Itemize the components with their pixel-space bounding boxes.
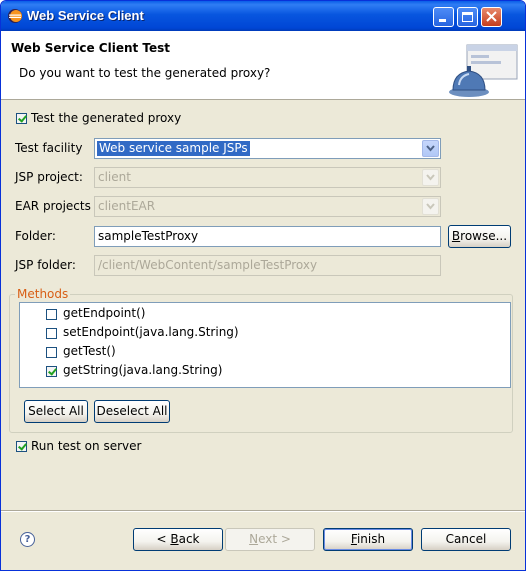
close-icon: [486, 11, 497, 22]
ear-projects-combo: clientEAR: [94, 196, 441, 217]
help-icon[interactable]: ?: [20, 532, 35, 547]
next-button: Next >: [225, 528, 315, 551]
eclipse-icon: [8, 9, 22, 23]
wizard-header: Web Service Client Test Do you want to t…: [1, 31, 525, 100]
test-facility-combo[interactable]: Web service sample JSPs: [94, 138, 441, 159]
methods-legend: Methods: [15, 287, 71, 301]
test-proxy-label: Test the generated proxy: [31, 111, 182, 125]
run-test-checkbox[interactable]: [16, 441, 27, 452]
minimize-button[interactable]: [433, 7, 454, 27]
jsp-folder-label: JSP folder:: [15, 258, 76, 272]
method-checkbox[interactable]: [46, 328, 57, 339]
run-test-label: Run test on server: [31, 439, 142, 453]
minimize-icon: [439, 19, 446, 22]
jsp-project-dropdown-button: [422, 169, 439, 186]
folder-input[interactable]: sampleTestProxy: [94, 226, 441, 247]
jsp-project-value: client: [98, 170, 131, 184]
method-item[interactable]: getTest(): [20, 343, 510, 362]
browse-button[interactable]: Browse...: [448, 225, 511, 248]
test-bell-icon: [449, 44, 518, 97]
jsp-folder-value: /client/WebContent/sampleTestProxy: [98, 258, 318, 272]
ear-projects-value: clientEAR: [98, 199, 156, 213]
method-item[interactable]: getEndpoint(): [20, 305, 510, 324]
jsp-project-combo: client: [94, 167, 441, 188]
finish-button[interactable]: Finish: [323, 528, 413, 551]
method-checkbox[interactable]: [46, 309, 57, 320]
method-item[interactable]: setEndpoint(java.lang.String): [20, 324, 510, 343]
footer-separator: [1, 510, 525, 512]
chevron-down-icon: [426, 145, 435, 152]
chevron-down-icon: [426, 203, 435, 210]
title-bar[interactable]: Web Service Client: [1, 1, 525, 31]
test-facility-value: Web service sample JSPs: [97, 141, 250, 156]
cancel-button[interactable]: Cancel: [421, 528, 511, 551]
jsp-project-label: JSP project:: [15, 170, 83, 184]
page-title: Web Service Client Test: [11, 41, 171, 55]
methods-list[interactable]: getEndpoint() setEndpoint(java.lang.Stri…: [19, 302, 511, 388]
folder-value: sampleTestProxy: [98, 229, 199, 243]
maximize-icon: [462, 12, 473, 22]
maximize-button[interactable]: [457, 7, 478, 27]
deselect-all-button[interactable]: Deselect All: [94, 400, 170, 423]
test-facility-label: Test facility: [15, 141, 83, 155]
method-item[interactable]: getString(java.lang.String): [20, 362, 510, 381]
test-proxy-checkbox[interactable]: [16, 113, 27, 124]
page-description: Do you want to test the generated proxy?: [19, 66, 271, 80]
select-all-button[interactable]: Select All: [24, 400, 88, 423]
back-button[interactable]: < Back: [133, 528, 223, 551]
folder-label: Folder:: [15, 229, 56, 243]
method-checkbox[interactable]: [46, 347, 57, 358]
method-checkbox[interactable]: [46, 366, 57, 377]
jsp-folder-input: /client/WebContent/sampleTestProxy: [94, 255, 441, 276]
close-button[interactable]: [481, 7, 502, 27]
window-title: Web Service Client: [27, 8, 144, 23]
dialog-window: Web Service Client Web Service Client Te…: [0, 0, 526, 571]
chevron-down-icon: [426, 174, 435, 181]
ear-projects-label: EAR projects: [15, 199, 91, 213]
test-facility-dropdown-button[interactable]: [422, 140, 439, 157]
ear-projects-dropdown-button: [422, 198, 439, 215]
